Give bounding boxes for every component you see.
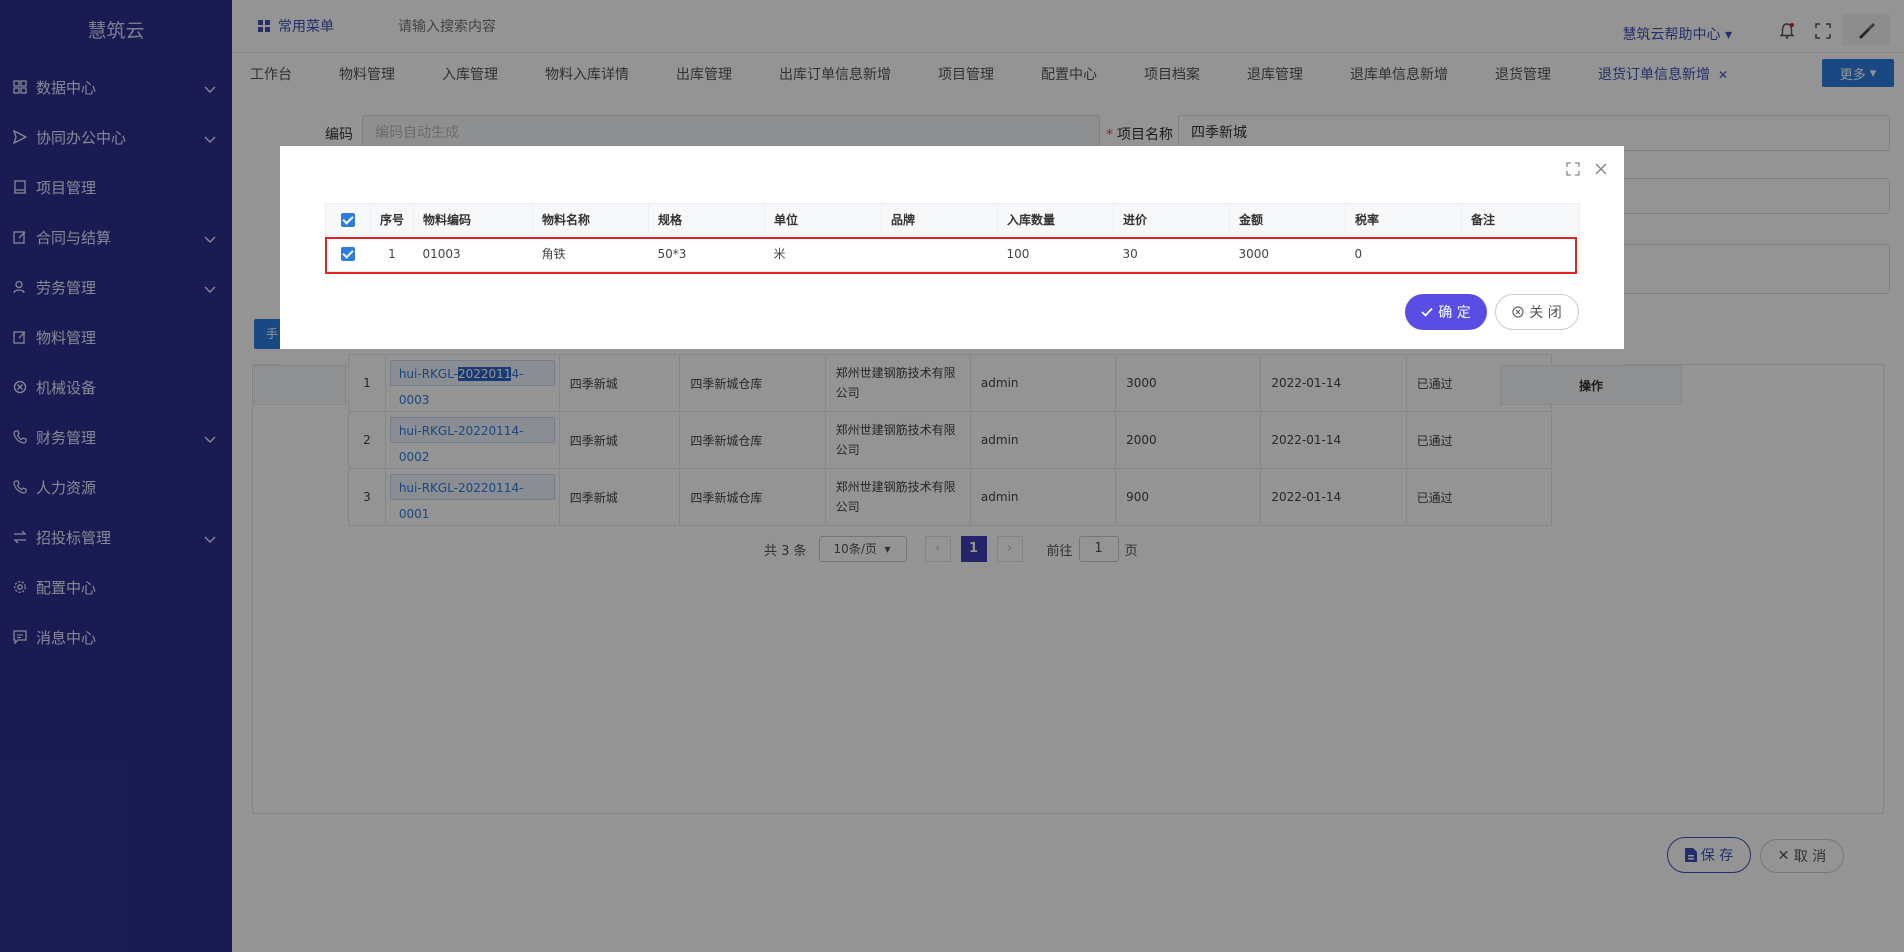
- column-header: 序号: [370, 203, 414, 236]
- close-label: 关 闭: [1529, 305, 1562, 321]
- material-select-modal: 序号 物料编码 物料名称 规格 单位 品牌 入库数量 进价 金额 税率 备注 1 01003 角铁 50*…: [280, 146, 1624, 349]
- modal-overlay: [0, 0, 1904, 952]
- cell-idx: 1: [370, 235, 414, 272]
- column-header: 物料编码: [413, 203, 533, 236]
- circle-x-icon: [1512, 306, 1524, 318]
- column-header: 品牌: [881, 203, 998, 236]
- cell-code: 01003: [413, 235, 533, 272]
- cell-unit: 米: [764, 235, 882, 272]
- row-checkbox[interactable]: [325, 235, 371, 272]
- column-header: 进价: [1113, 203, 1230, 236]
- cell-tax: 0: [1345, 235, 1462, 272]
- column-header: 规格: [648, 203, 765, 236]
- column-header: 物料名称: [532, 203, 649, 236]
- select-all-checkbox[interactable]: [325, 203, 371, 236]
- column-header: 入库数量: [997, 203, 1114, 236]
- table-row[interactable]: 1 01003 角铁 50*3 米 100 30 3000 0: [325, 235, 1580, 272]
- close-button[interactable]: 关 闭: [1495, 294, 1579, 330]
- column-header: 金额: [1229, 203, 1346, 236]
- cell-qty: 100: [997, 235, 1114, 272]
- cell-spec: 50*3: [648, 235, 765, 272]
- column-header: 单位: [764, 203, 882, 236]
- material-table-header: 序号 物料编码 物料名称 规格 单位 品牌 入库数量 进价 金额 税率 备注: [325, 203, 1580, 236]
- cell-amount: 3000: [1229, 235, 1346, 272]
- cell-remark: [1461, 235, 1580, 272]
- column-header: 备注: [1461, 203, 1580, 236]
- check-icon: [1421, 307, 1433, 317]
- confirm-label: 确 定: [1438, 305, 1471, 321]
- cell-brand: [881, 235, 998, 272]
- material-table: 序号 物料编码 物料名称 规格 单位 品牌 入库数量 进价 金额 税率 备注 1 01003 角铁 50*…: [325, 203, 1580, 272]
- maximize-icon[interactable]: [1566, 162, 1580, 176]
- column-header: 税率: [1345, 203, 1462, 236]
- modal-tools: [1566, 162, 1608, 176]
- close-icon[interactable]: [1594, 162, 1608, 176]
- confirm-button[interactable]: 确 定: [1405, 294, 1487, 330]
- cell-name: 角铁: [532, 235, 649, 272]
- cell-price: 30: [1113, 235, 1230, 272]
